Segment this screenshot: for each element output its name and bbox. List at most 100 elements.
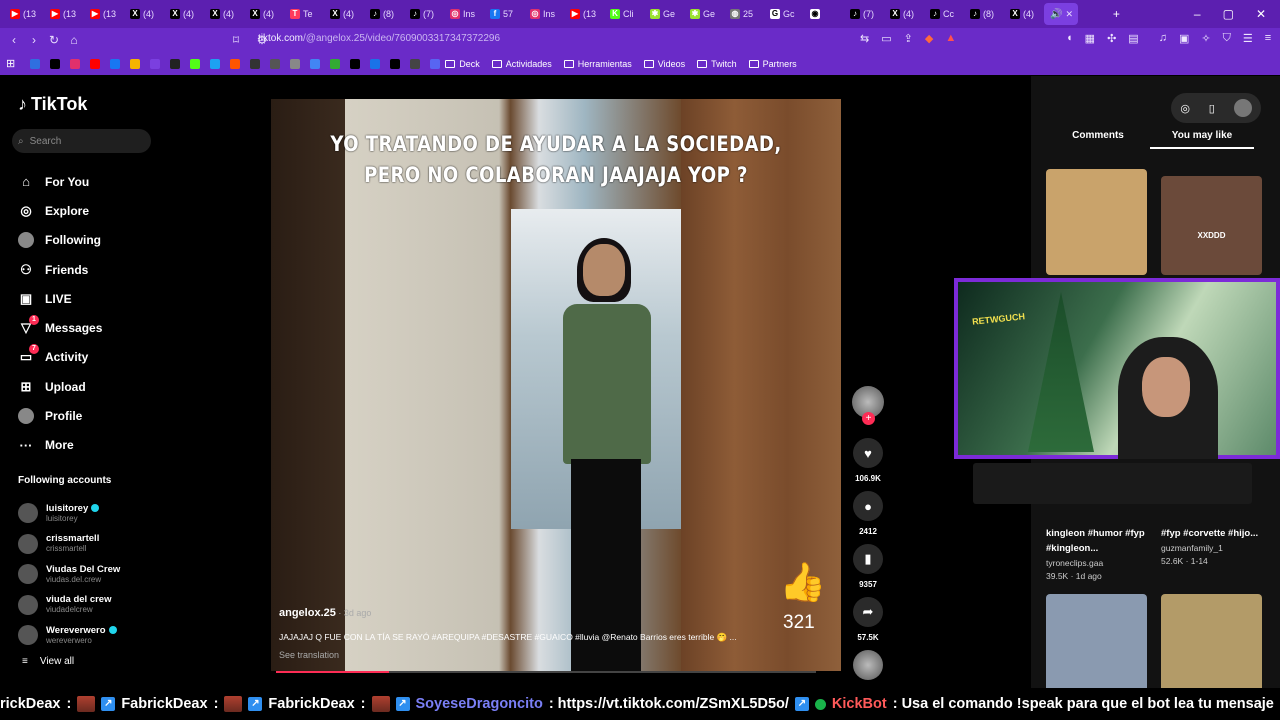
bookmark-favicon-icon[interactable]	[410, 58, 421, 69]
browser-tab[interactable]: ♪ (8)	[364, 3, 404, 25]
close-window-button[interactable]: ✕	[1256, 7, 1266, 21]
nav-item-following[interactable]: Following	[18, 226, 102, 255]
see-translation-link[interactable]: See translation	[279, 650, 799, 660]
bookmark-favicon-icon[interactable]	[430, 58, 441, 69]
tab-comments[interactable]: Comments	[1046, 130, 1150, 149]
bookmark-folder[interactable]: Videos	[643, 59, 685, 69]
video-player[interactable]: YO TRATANDO DE AYUDAR A LA SOCIEDAD, PER…	[271, 99, 841, 671]
bookmark-favicon-icon[interactable]	[330, 58, 341, 69]
nav-item-messages[interactable]: ▽ 1 Messages	[18, 313, 102, 342]
following-account[interactable]: Wereverwero wereverwero	[18, 620, 120, 651]
share-icon[interactable]: ⇪	[904, 32, 913, 45]
bookmark-folder[interactable]: Herramientas	[563, 59, 632, 69]
browser-tab[interactable]: X (4)	[884, 3, 924, 25]
sidebar-toggle-icon[interactable]: ▤	[1128, 32, 1138, 45]
translate-icon[interactable]: ⇆	[860, 32, 869, 45]
video-progress-bar[interactable]	[276, 671, 816, 673]
bookmark-favicon-icon[interactable]	[390, 58, 401, 69]
browser-tab[interactable]: G Gc	[764, 3, 804, 25]
browser-tab[interactable]: ♪ (7)	[844, 3, 884, 25]
apps-grid-icon[interactable]: ⊞	[6, 57, 15, 70]
maximize-button[interactable]: ▢	[1223, 7, 1234, 21]
home-icon[interactable]: ⌂	[64, 33, 84, 47]
recommended-video-card[interactable]	[1161, 594, 1262, 702]
sound-disc-icon[interactable]	[853, 650, 883, 680]
minimize-button[interactable]: –	[1194, 7, 1201, 21]
bookmark-favicon-icon[interactable]	[250, 58, 261, 69]
bookmark-folder[interactable]: Actividades	[491, 59, 552, 69]
nav-item-upload[interactable]: ⊞ Upload	[18, 372, 102, 401]
browser-tab[interactable]: ◎ Ins	[524, 3, 564, 25]
browser-tab[interactable]: X (4)	[164, 3, 204, 25]
bookmark-favicon-icon[interactable]	[170, 58, 181, 69]
bookmark-folder[interactable]: Deck	[445, 59, 480, 69]
nav-item-for-you[interactable]: ⌂ For You	[18, 167, 102, 196]
browser-tab[interactable]: X (4)	[204, 3, 244, 25]
browser-tab[interactable]: X (4)	[124, 3, 164, 25]
extension-icon[interactable]: ◖	[1066, 32, 1073, 45]
nav-item-more[interactable]: ··· More	[18, 431, 102, 460]
follow-plus-icon[interactable]: +	[862, 412, 875, 425]
browser-tab[interactable]: ♪ Cc	[924, 3, 964, 25]
following-account[interactable]: luisitorey luisitorey	[18, 498, 120, 529]
browser-tab[interactable]: ♪ (8)	[964, 3, 1004, 25]
bookmark-favicon-icon[interactable]	[110, 58, 121, 69]
bookmark-favicon-icon[interactable]	[210, 58, 221, 69]
bookmark-favicon-icon[interactable]	[30, 58, 41, 69]
reload-icon[interactable]: ↻	[44, 33, 64, 47]
view-all-button[interactable]: ≡ View all	[22, 656, 74, 667]
browser-tab[interactable]: f 57	[484, 3, 524, 25]
nav-item-profile[interactable]: Profile	[18, 401, 102, 430]
profile-icon[interactable]: ☰	[1243, 32, 1253, 45]
bookmark-favicon-icon[interactable]	[370, 58, 381, 69]
tiktok-logo[interactable]: ♪ TikTok	[18, 94, 87, 115]
puzzle-icon[interactable]: ✣	[1107, 32, 1116, 45]
bookmark-favicon-icon[interactable]	[190, 58, 201, 69]
recommended-video-card[interactable]	[1046, 594, 1147, 702]
bookmark-favicon-icon[interactable]	[270, 58, 281, 69]
active-browser-tab[interactable]: 🔊 ✕	[1044, 3, 1078, 25]
search-input[interactable]: ⌕ Search	[12, 129, 151, 153]
browser-tab[interactable]: ◎ Ins	[444, 3, 484, 25]
bookmark-favicon-icon[interactable]	[350, 58, 361, 69]
comment-button[interactable]: ●	[853, 491, 883, 521]
bookmark-favicon-icon[interactable]	[150, 58, 161, 69]
bookmark-favicon-icon[interactable]	[70, 58, 81, 69]
browser-tab[interactable]: ♪ (7)	[404, 3, 444, 25]
recommended-video-card[interactable]: #fyp #corvette #hijo... guzmanfamily_1 52.…	[1161, 520, 1262, 566]
recommended-video-card[interactable]	[1046, 169, 1147, 275]
device-icon[interactable]: ▯	[1209, 102, 1215, 115]
following-account[interactable]: crissmartell crissmartell	[18, 529, 120, 560]
browser-tab[interactable]: ◉	[804, 3, 844, 25]
bookmark-favicon-icon[interactable]	[90, 58, 101, 69]
wallet-icon[interactable]: ▣	[1179, 32, 1189, 45]
browser-tab[interactable]: T Te	[284, 3, 324, 25]
browser-tab[interactable]: ▶ (13	[44, 3, 84, 25]
forward-icon[interactable]: ›	[24, 33, 44, 47]
bookmark-favicon-icon[interactable]	[50, 58, 61, 69]
url-field[interactable]: tiktok.com/@angelox.25/video/76090033173…	[258, 33, 500, 44]
recommended-video-card[interactable]: kingleon #humor #fyp #kingleon... tyronec…	[1046, 520, 1147, 581]
menu-icon[interactable]: ≡	[1265, 32, 1271, 45]
following-account[interactable]: viuda del crew viudadelcrew	[18, 590, 120, 621]
close-tab-icon[interactable]: ✕	[1065, 9, 1073, 20]
browser-tab[interactable]: ▶ (13	[4, 3, 44, 25]
bookmark-folder[interactable]: Twitch	[697, 59, 737, 69]
nav-item-friends[interactable]: ⚇ Friends	[18, 255, 102, 284]
nav-item-activity[interactable]: ▭ 7 Activity	[18, 343, 102, 372]
creator-avatar[interactable]: +	[852, 386, 884, 425]
vpn-icon[interactable]: ⛉	[1223, 32, 1231, 45]
following-account[interactable]: Viudas Del Crew viudas.del.crew	[18, 559, 120, 590]
recommended-video-card[interactable]: XXDDD	[1161, 176, 1262, 275]
screen-icon[interactable]: ▭	[881, 32, 891, 45]
browser-tab[interactable]: X (4)	[324, 3, 364, 25]
coins-icon[interactable]: ◎	[1180, 102, 1190, 115]
brave-shield-icon[interactable]: ◆	[925, 32, 933, 45]
nav-item-explore[interactable]: ◎ Explore	[18, 196, 102, 225]
bookmark-favicon-icon[interactable]	[310, 58, 321, 69]
leo-icon[interactable]: ✧	[1201, 32, 1210, 45]
back-icon[interactable]: ‹	[4, 33, 24, 47]
share-button[interactable]: ➦	[853, 597, 883, 627]
extension-icon[interactable]: ▦	[1085, 32, 1095, 45]
save-button[interactable]: ▮	[853, 544, 883, 574]
